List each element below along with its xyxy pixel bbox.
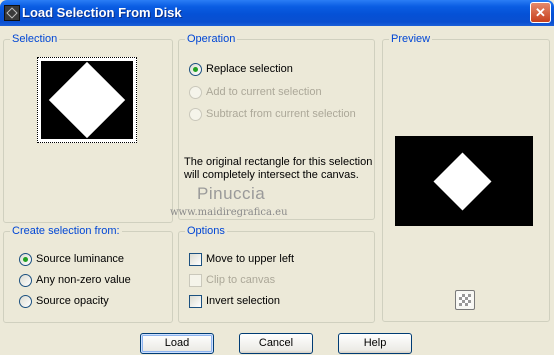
preview-legend: Preview <box>389 33 433 45</box>
preview-diamond-shape <box>433 152 492 211</box>
create-selection-legend: Create selection from: <box>10 225 122 237</box>
radio-button[interactable] <box>19 295 32 308</box>
checkbox <box>189 274 202 287</box>
checkbox-label: Clip to canvas <box>206 274 276 286</box>
cancel-button[interactable]: Cancel <box>239 333 313 354</box>
diamond-shape <box>48 61 126 139</box>
options-legend: Options <box>185 225 227 237</box>
selection-image <box>41 61 133 139</box>
close-button[interactable]: ✕ <box>530 2 551 23</box>
close-icon: ✕ <box>535 5 546 20</box>
checkbox-label: Invert selection <box>206 295 280 307</box>
transparency-toggle-button[interactable] <box>455 290 475 310</box>
operation-legend: Operation <box>185 33 238 45</box>
radio-label: Subtract from current selection <box>206 108 356 120</box>
app-icon <box>4 5 20 21</box>
selection-thumbnail[interactable] <box>37 57 137 143</box>
radio-button[interactable] <box>19 253 32 266</box>
help-button[interactable]: Help <box>338 333 412 354</box>
window-title: Load Selection From Disk <box>22 5 182 20</box>
title-bar: Load Selection From Disk ✕ <box>0 0 554 26</box>
checkbox-label: Move to upper left <box>206 253 295 265</box>
radio-button[interactable] <box>19 274 32 287</box>
radio-button[interactable] <box>189 63 202 76</box>
radio-label: Source opacity <box>36 295 109 307</box>
checkerboard-icon <box>459 294 471 306</box>
radio-label: Replace selection <box>206 63 293 75</box>
radio-label: Any non-zero value <box>36 274 131 286</box>
radio-button <box>189 86 202 99</box>
radio-label: Source luminance <box>36 253 125 265</box>
preview-canvas <box>395 136 533 226</box>
watermark-name: Pinuccia <box>197 184 266 203</box>
selection-legend: Selection <box>10 33 60 45</box>
watermark-site: www.maidiregrafica.eu <box>170 207 288 218</box>
load-button[interactable]: Load <box>140 333 214 354</box>
radio-button <box>189 108 202 121</box>
radio-label: Add to current selection <box>206 86 322 98</box>
operation-info-text: The original rectangle for this selectio… <box>184 156 373 181</box>
checkbox[interactable] <box>189 295 202 308</box>
checkbox[interactable] <box>189 253 202 266</box>
